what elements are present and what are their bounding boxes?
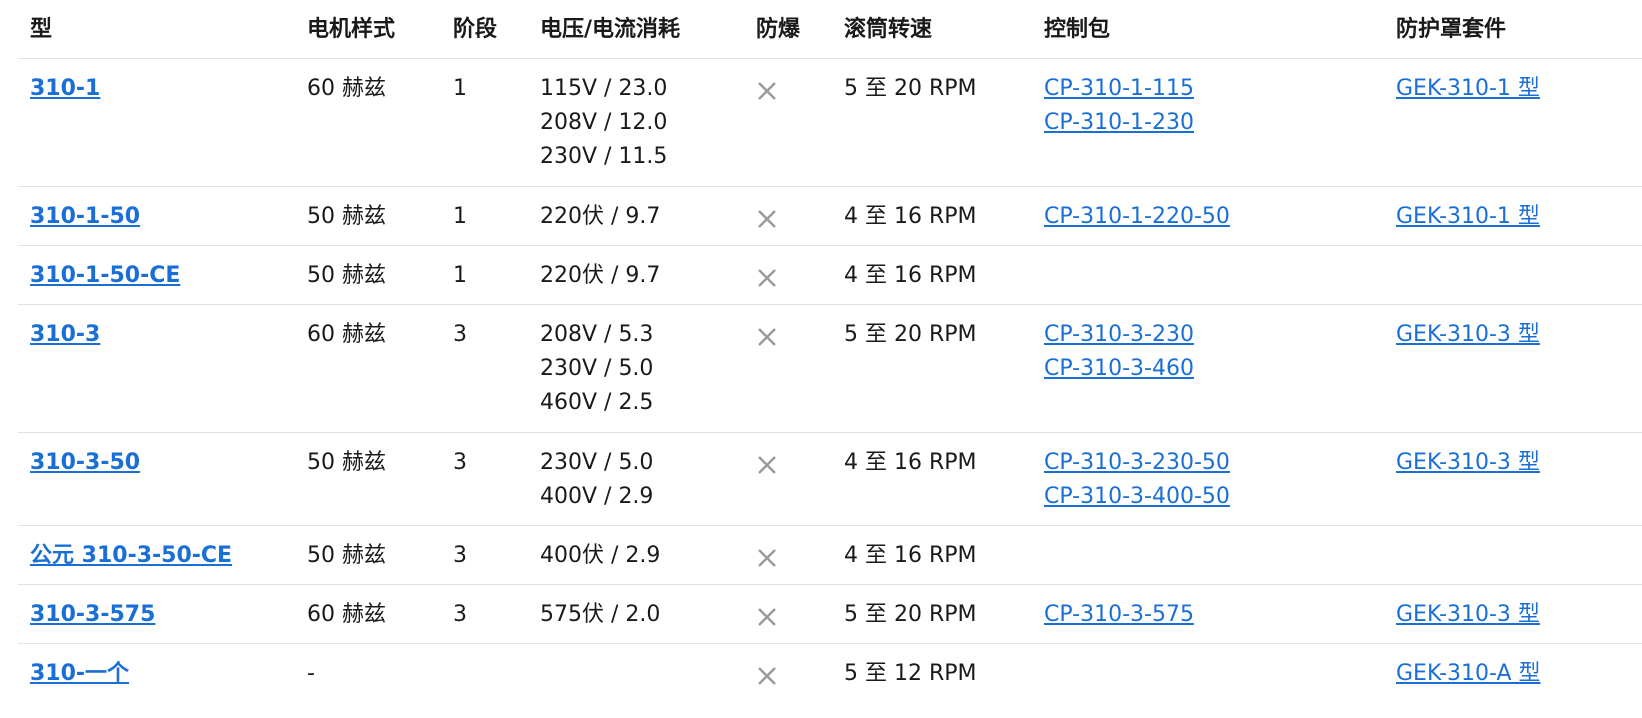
drum-speed: 5 至 12 RPM <box>844 661 977 686</box>
voltage-value: 208V / 5.3 <box>540 322 654 347</box>
motor-style: - <box>307 661 315 686</box>
control-package-list: CP-310-3-230-50 CP-310-3-400-50 <box>1044 446 1230 514</box>
phase: 3 <box>453 602 467 627</box>
voltage-value: 230V / 5.0 <box>540 450 654 475</box>
phase: 3 <box>453 450 467 475</box>
x-icon <box>758 549 776 567</box>
table-row: 公元 310-3-50-CE 50 赫兹 3 400伏 / 2.9 4 至 16… <box>18 526 1642 585</box>
motor-style: 60 赫兹 <box>307 602 386 627</box>
control-package-list: CP-310-1-220-50 <box>1044 200 1230 234</box>
voltage-value: 115V / 23.0 <box>540 76 668 101</box>
table-row: 310-1 60 赫兹 1 115V / 23.0 208V / 12.0 23… <box>18 59 1642 187</box>
product-table: 型 电机样式 阶段 电压/电流消耗 防爆 滚筒转速 控制包 防护罩套件 310-… <box>18 0 1642 702</box>
drum-speed: 4 至 16 RPM <box>844 450 977 475</box>
motor-style: 50 赫兹 <box>307 204 386 229</box>
guard-kit-link[interactable]: GEK-310-A 型 <box>1396 657 1541 691</box>
model-link[interactable]: 310-一个 <box>30 661 129 686</box>
model-link[interactable]: 310-3-575 <box>30 602 155 627</box>
table-row: 310-1-50-CE 50 赫兹 1 220伏 / 9.7 4 至 16 RP… <box>18 246 1642 305</box>
model-link[interactable]: 310-3 <box>30 322 100 347</box>
x-icon <box>758 608 776 626</box>
model-link[interactable]: 310-3-50 <box>30 450 140 475</box>
control-package-link[interactable]: CP-310-1-220-50 <box>1044 200 1230 234</box>
header-control-package: 控制包 <box>1044 17 1111 42</box>
voltage-value: 230V / 11.5 <box>540 144 668 169</box>
motor-style: 50 赫兹 <box>307 543 386 568</box>
header-phase: 阶段 <box>453 17 498 42</box>
header-voltage: 电压/电流消耗 <box>540 17 681 42</box>
control-package-link[interactable]: CP-310-3-230 <box>1044 318 1194 352</box>
voltage-list: 220伏 / 9.7 <box>540 200 660 234</box>
phase: 1 <box>453 204 467 229</box>
x-icon <box>758 456 776 474</box>
drum-speed: 5 至 20 RPM <box>844 322 977 347</box>
voltage-value: 575伏 / 2.0 <box>540 602 661 627</box>
voltage-value: 220伏 / 9.7 <box>540 263 661 288</box>
voltage-value: 460V / 2.5 <box>540 390 654 415</box>
control-package-list: CP-310-1-115 CP-310-1-230 <box>1044 72 1194 140</box>
model-link[interactable]: 公元 310-3-50-CE <box>30 543 232 568</box>
voltage-list: 400伏 / 2.9 <box>540 539 660 573</box>
guard-kit-link[interactable]: GEK-310-3 型 <box>1396 598 1540 632</box>
motor-style: 60 赫兹 <box>307 322 386 347</box>
header-model: 型 <box>30 17 53 42</box>
voltage-value: 400伏 / 2.9 <box>540 543 661 568</box>
phase: 1 <box>453 76 467 101</box>
control-package-link[interactable]: CP-310-3-400-50 <box>1044 480 1230 514</box>
voltage-value: 220伏 / 9.7 <box>540 204 661 229</box>
voltage-value: 400V / 2.9 <box>540 484 654 509</box>
motor-style: 50 赫兹 <box>307 263 386 288</box>
guard-kit-link[interactable]: GEK-310-1 型 <box>1396 200 1540 234</box>
drum-speed: 4 至 16 RPM <box>844 543 977 568</box>
drum-speed: 4 至 16 RPM <box>844 263 977 288</box>
phase: 3 <box>453 543 467 568</box>
model-link[interactable]: 310-1-50 <box>30 204 140 229</box>
control-package-list: CP-310-3-575 <box>1044 598 1194 632</box>
table-row: 310-3-575 60 赫兹 3 575伏 / 2.0 5 至 20 RPM … <box>18 585 1642 644</box>
control-package-link[interactable]: CP-310-3-460 <box>1044 352 1194 386</box>
phase: 1 <box>453 263 467 288</box>
drum-speed: 5 至 20 RPM <box>844 76 977 101</box>
voltage-value: 208V / 12.0 <box>540 110 668 135</box>
motor-style: 60 赫兹 <box>307 76 386 101</box>
header-explosion-proof: 防爆 <box>756 17 801 42</box>
drum-speed: 4 至 16 RPM <box>844 204 977 229</box>
control-package-link[interactable]: CP-310-1-230 <box>1044 106 1194 140</box>
voltage-list: 575伏 / 2.0 <box>540 598 660 632</box>
x-icon <box>758 82 776 100</box>
voltage-list: 220伏 / 9.7 <box>540 259 660 293</box>
table-row: 310-3-50 50 赫兹 3 230V / 5.0 400V / 2.9 4… <box>18 433 1642 526</box>
phase: 3 <box>453 322 467 347</box>
table-header: 型 电机样式 阶段 电压/电流消耗 防爆 滚筒转速 控制包 防护罩套件 <box>18 0 1642 59</box>
control-package-list: CP-310-3-230 CP-310-3-460 <box>1044 318 1194 386</box>
voltage-list: 115V / 23.0 208V / 12.0 230V / 11.5 <box>540 72 667 174</box>
table-row: 310-1-50 50 赫兹 1 220伏 / 9.7 4 至 16 RPM C… <box>18 187 1642 246</box>
x-icon <box>758 210 776 228</box>
x-icon <box>758 328 776 346</box>
guard-kit-link[interactable]: GEK-310-3 型 <box>1396 446 1540 480</box>
voltage-value: 230V / 5.0 <box>540 356 654 381</box>
control-package-link[interactable]: CP-310-3-575 <box>1044 598 1194 632</box>
guard-kit-link[interactable]: GEK-310-3 型 <box>1396 318 1540 352</box>
header-guard-kit: 防护罩套件 <box>1396 17 1507 42</box>
drum-speed: 5 至 20 RPM <box>844 602 977 627</box>
control-package-link[interactable]: CP-310-1-115 <box>1044 72 1194 106</box>
x-icon <box>758 667 776 685</box>
model-link[interactable]: 310-1-50-CE <box>30 263 180 288</box>
voltage-list: 208V / 5.3 230V / 5.0 460V / 2.5 <box>540 318 653 420</box>
table-row: 310-一个 - 5 至 12 RPM GEK-310-A 型 <box>18 644 1642 702</box>
motor-style: 50 赫兹 <box>307 450 386 475</box>
header-drum-speed: 滚筒转速 <box>844 17 933 42</box>
voltage-list: 230V / 5.0 400V / 2.9 <box>540 446 653 514</box>
model-link[interactable]: 310-1 <box>30 76 100 101</box>
x-icon <box>758 269 776 287</box>
header-motor-style: 电机样式 <box>307 17 396 42</box>
table-row: 310-3 60 赫兹 3 208V / 5.3 230V / 5.0 460V… <box>18 305 1642 433</box>
guard-kit-link[interactable]: GEK-310-1 型 <box>1396 72 1540 106</box>
control-package-link[interactable]: CP-310-3-230-50 <box>1044 446 1230 480</box>
